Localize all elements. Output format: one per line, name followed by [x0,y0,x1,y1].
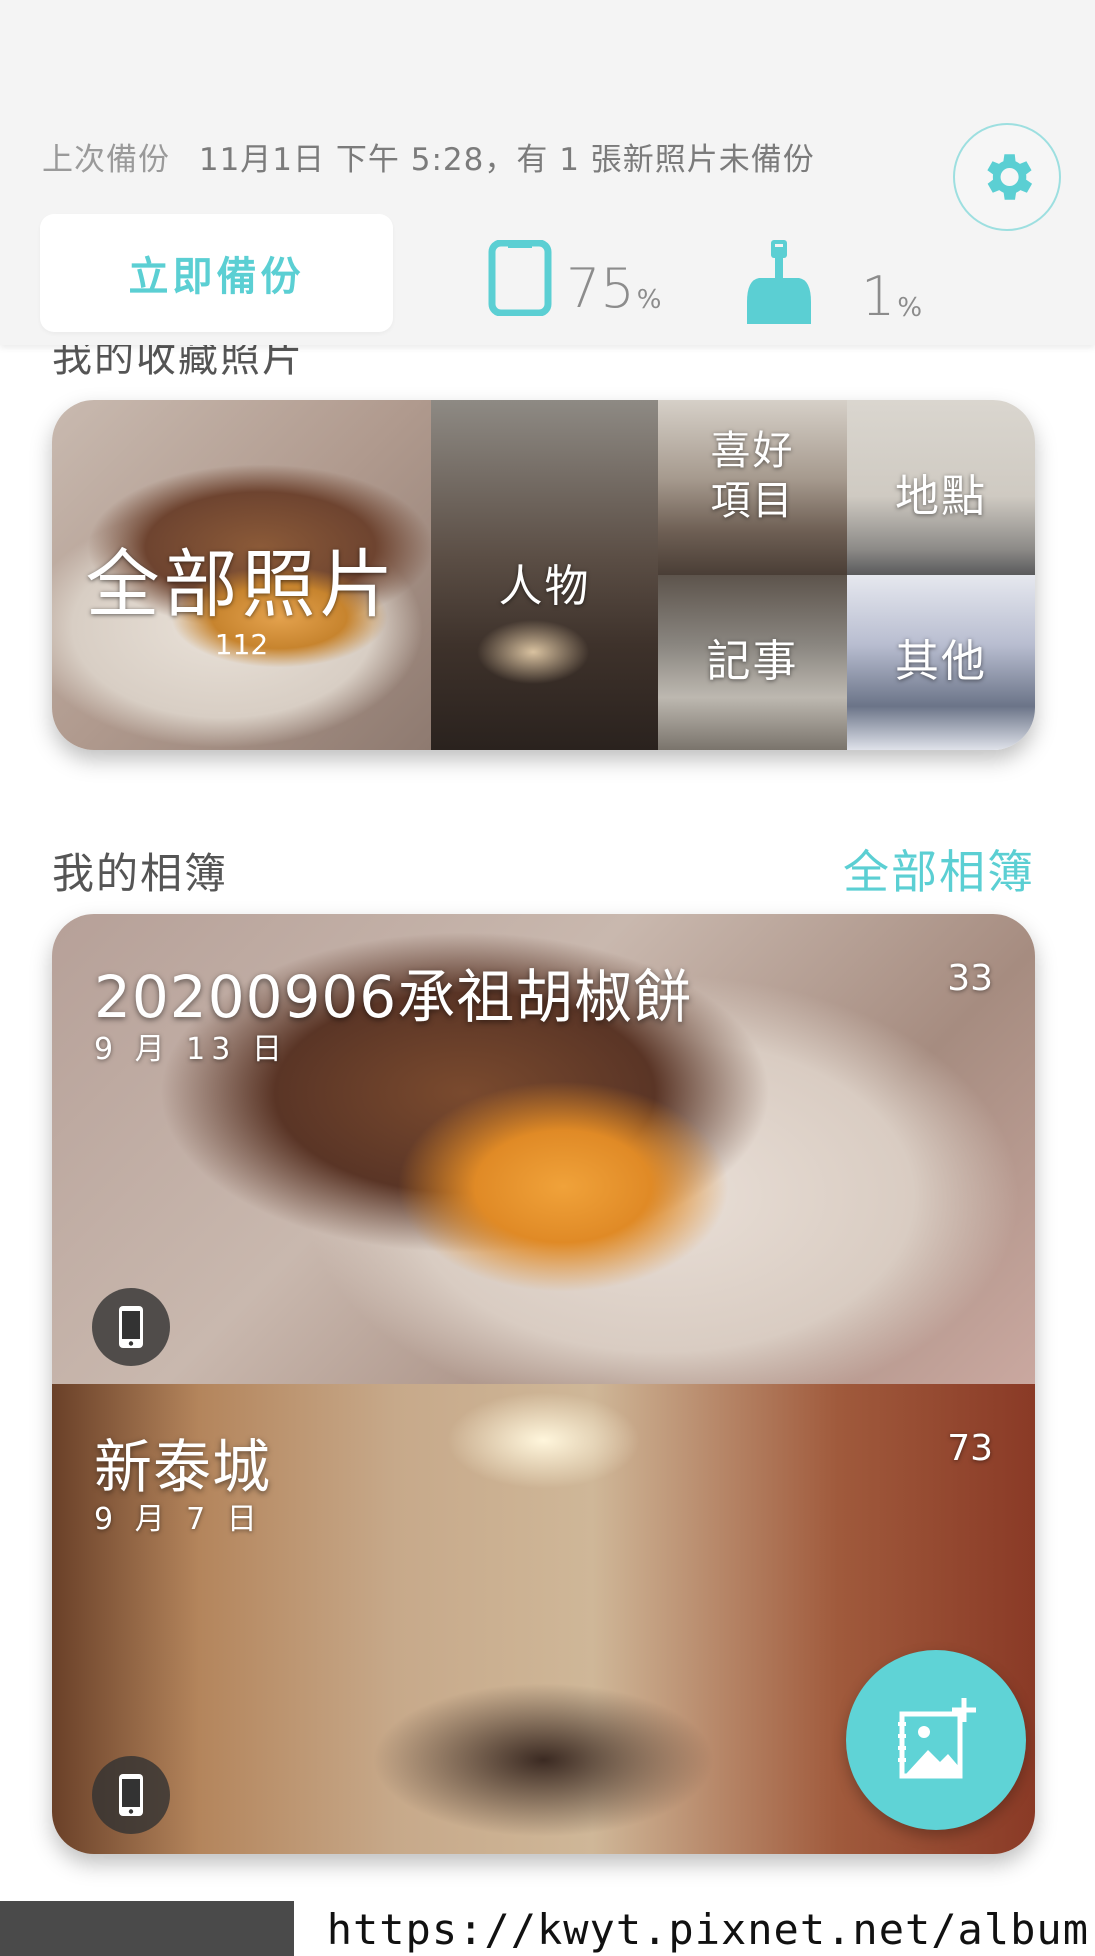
album-title: 新泰城 [94,1433,272,1501]
settings-button[interactable] [953,123,1061,231]
album-count: 33 [947,958,993,999]
add-album-button[interactable] [846,1650,1026,1830]
tile-likes-label: 喜好 項目 [710,428,795,524]
tile-people[interactable]: 人物 [431,400,658,750]
cleanup-value: 1 [861,265,896,328]
tiles-column-2: 地點 其他 [847,400,1035,750]
device-source-badge [92,1756,170,1834]
last-backup-value: 11月1日 下午 5:28，有 1 張新照片未備份 [198,142,815,178]
view-all-albums-link[interactable]: 全部相簿 [843,836,1035,902]
album-count: 73 [947,1428,993,1469]
phone-icon [119,1774,143,1816]
watermark-bar: https://kwyt.pixnet.net/album [0,1901,1095,1956]
last-backup-label: 上次備份 [42,142,170,178]
gear-icon [987,154,1033,200]
tile-notes[interactable]: 記事 [658,575,847,750]
tile-all-photos-label: 全部照片 [85,542,398,628]
backup-now-button[interactable]: 立即備份 [40,214,393,332]
cleanup-stat: 1 % [745,240,922,324]
tile-other[interactable]: 其他 [847,575,1035,750]
phone-storage-value: 75 [566,257,635,320]
tile-places-label: 地點 [895,471,987,522]
cleanup-unit: % [897,292,923,323]
last-backup-status: 上次備份 11月1日 下午 5:28，有 1 張新照片未備份 [42,134,815,179]
device-source-badge [92,1288,170,1366]
watermark-url: https://kwyt.pixnet.net/album [327,1905,1089,1954]
phone-icon [119,1306,143,1348]
albums-title: 我的相簿 [52,849,229,898]
tile-places[interactable]: 地點 [847,400,1035,575]
phone-storage-unit: % [636,284,662,315]
watermark-url-text: https://kwyt.pixnet.net/album [326,1905,1089,1954]
add-album-icon [898,1698,976,1779]
tile-all-photos-count: 112 [214,628,269,661]
tile-other-label: 其他 [895,636,987,687]
tiles-column-1: 喜好 項目 記事 [658,400,847,750]
album-card[interactable]: 20200906承祖胡椒餅 9 月 13 日 33 [52,914,1035,1384]
album-date: 9 月 7 日 [94,1502,263,1537]
tile-notes-label: 記事 [706,636,799,687]
tile-all-photos[interactable]: 全部照片 112 [52,400,431,750]
backup-header: 上次備份 11月1日 下午 5:28，有 1 張新照片未備份 立即備份 75 %… [0,0,1095,345]
phone-icon [488,240,552,316]
tile-people-label: 人物 [498,561,591,612]
phone-storage-stat: 75 % [488,240,661,316]
album-date: 9 月 13 日 [94,1032,288,1067]
favorites-grid: 全部照片 112 人物 喜好 項目 記事 地點 其他 [52,400,1035,750]
album-title: 20200906承祖胡椒餅 [94,963,693,1031]
broom-icon [747,240,811,324]
tile-likes[interactable]: 喜好 項目 [658,400,847,575]
